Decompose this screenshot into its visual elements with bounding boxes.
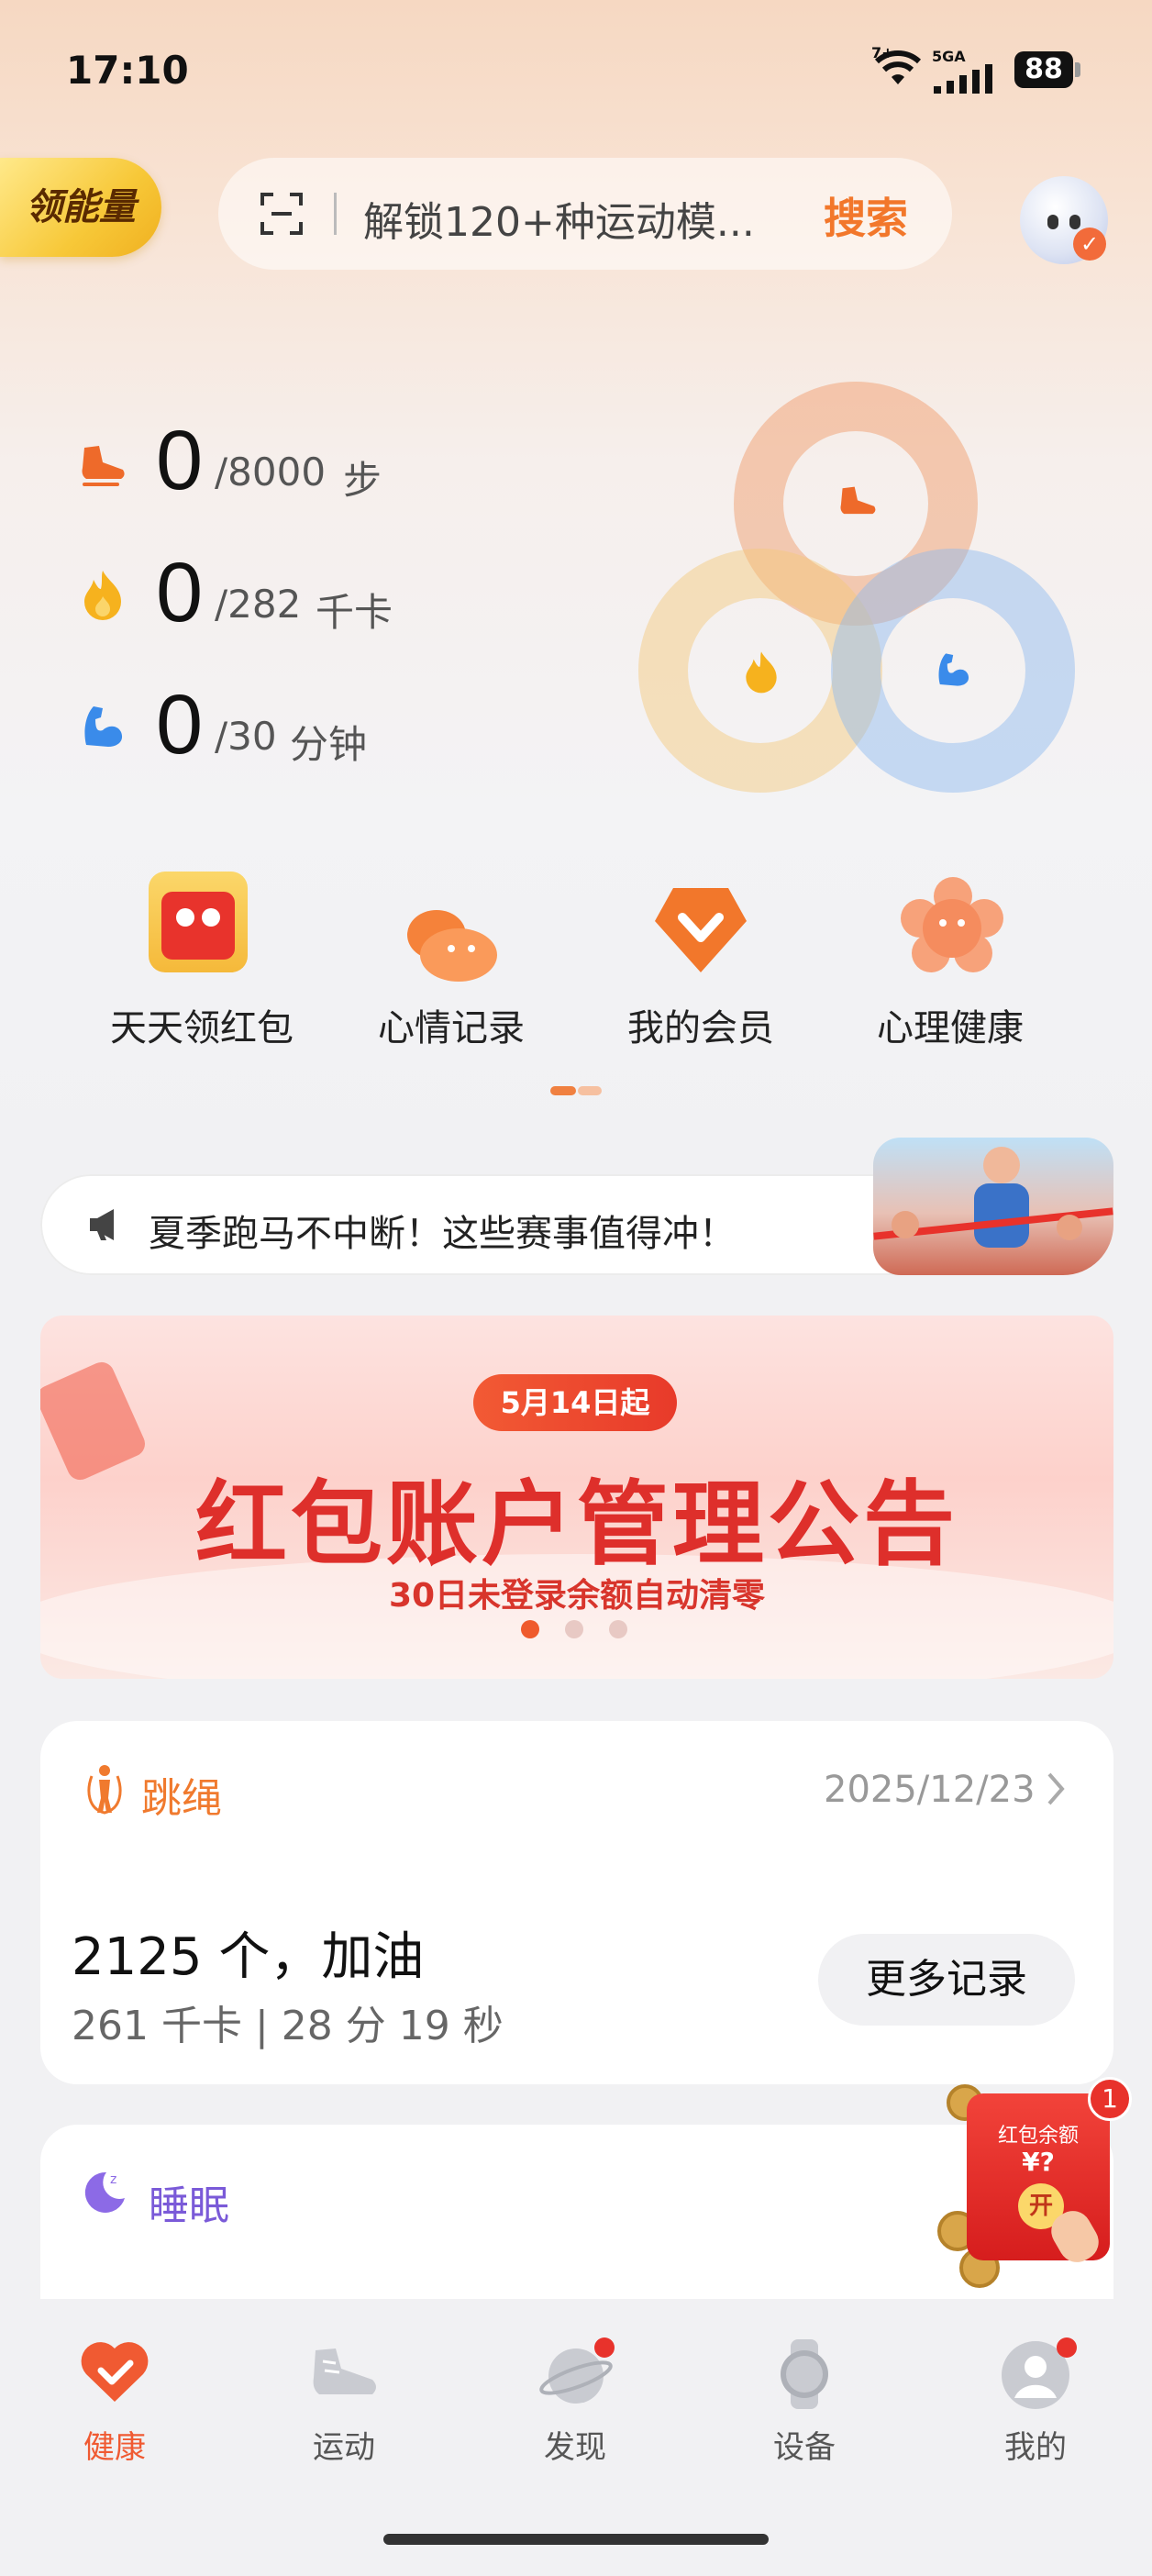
- jump-rope-date[interactable]: 2025/12/23: [824, 1769, 1036, 1811]
- sleep-title: 睡眠: [149, 2182, 229, 2229]
- search-button[interactable]: 搜索: [824, 185, 908, 246]
- quick-action-label: 天天领红包: [110, 1007, 294, 1049]
- discover-notification-dot: [594, 2337, 615, 2358]
- scan-icon[interactable]: [259, 191, 305, 240]
- ring-flame-icon: [746, 651, 777, 694]
- tab-devices[interactable]: 设备: [736, 2337, 873, 2466]
- floating-red-packet[interactable]: 红包余额 ¥? 开 1: [936, 2073, 1137, 2290]
- marathon-illustration: [873, 1138, 1113, 1275]
- tab-profile[interactable]: 我的: [967, 2337, 1104, 2466]
- battery-tip: [1075, 62, 1080, 77]
- assistant-eye-icon: [1069, 215, 1080, 229]
- energy-button[interactable]: 领能量: [0, 158, 161, 257]
- calories-goal: /282: [215, 582, 302, 627]
- steps-value: 0: [156, 414, 204, 507]
- banner-dot-active: [521, 1620, 539, 1638]
- banner-subtitle: 30日未登录余额自动清零: [388, 1577, 766, 1615]
- search-divider: [334, 193, 337, 235]
- chevron-right-icon[interactable]: [1046, 1771, 1066, 1811]
- quick-actions-pager-active: [550, 1086, 576, 1095]
- calories-unit: 千卡: [316, 590, 393, 635]
- flower-icon: [901, 877, 1003, 980]
- calories-row[interactable]: 0 /282 千卡: [77, 545, 536, 646]
- jump-rope-title: 跳绳: [141, 1775, 222, 1822]
- minutes-unit: 分钟: [290, 722, 368, 767]
- signal-icon: [934, 64, 998, 97]
- steps-unit: 步: [343, 458, 382, 503]
- calories-value: 0: [156, 546, 204, 639]
- quick-action-mood[interactable]: 心情记录: [332, 862, 570, 1049]
- tab-label: 运动: [313, 2429, 375, 2466]
- steps-row[interactable]: 0 /8000 步: [77, 413, 536, 514]
- quick-action-label: 心理健康: [877, 1007, 1024, 1049]
- shoe-icon: [82, 446, 125, 486]
- tab-label: 发现: [544, 2429, 606, 2466]
- quick-action-mental-health[interactable]: 心理健康: [831, 862, 1069, 1049]
- red-packet-title: 红包余额: [997, 2125, 1079, 2148]
- ring-muscle-icon: [938, 653, 969, 686]
- network-label: 5GA: [932, 48, 966, 65]
- more-records-button[interactable]: 更多记录: [818, 1934, 1075, 2026]
- moon-icon: z: [79, 2167, 128, 2220]
- vip-icon: [651, 884, 750, 980]
- assistant-eye-icon: [1047, 215, 1058, 229]
- status-time: 17:10: [66, 48, 189, 93]
- muscle-icon: [84, 706, 123, 747]
- sneaker-icon: [313, 2348, 376, 2394]
- activity-rings[interactable]: [633, 378, 1082, 800]
- banner-dot: [609, 1620, 627, 1638]
- red-packet-amount: ¥?: [1022, 2147, 1055, 2177]
- notice-text[interactable]: 夏季跑马不中断！这些赛事值得冲！: [149, 1204, 736, 1257]
- quick-action-label: 我的会员: [627, 1007, 774, 1049]
- network-small-label: 7+: [871, 44, 894, 61]
- banner-dot: [565, 1620, 583, 1638]
- tab-label: 我的: [1004, 2429, 1067, 2466]
- quick-action-vip[interactable]: 我的会员: [582, 862, 820, 1049]
- quick-action-label: 心情记录: [378, 1007, 525, 1049]
- ring-shoe-icon: [840, 486, 876, 515]
- banner-date-pill: 5月14日起: [473, 1374, 677, 1431]
- red-packet-badge: 1: [1088, 2077, 1132, 2121]
- tab-sports[interactable]: 运动: [275, 2337, 413, 2466]
- tab-discover[interactable]: 发现: [506, 2337, 644, 2466]
- tab-label: 健康: [83, 2429, 146, 2466]
- tab-label: 设备: [773, 2429, 836, 2466]
- minutes-row[interactable]: 0 /30 分钟: [77, 677, 536, 778]
- minutes-goal: /30: [215, 714, 277, 759]
- mood-icon: [407, 910, 497, 982]
- svg-text:z: z: [110, 2172, 116, 2187]
- search-input[interactable]: 解锁120+种运动模...: [363, 189, 755, 248]
- heart-badge-icon: ✓: [1073, 228, 1106, 261]
- minutes-value: 0: [156, 678, 204, 772]
- steps-goal: /8000: [215, 450, 327, 494]
- watch-icon: [781, 2339, 828, 2409]
- assistant-avatar[interactable]: ✓: [1020, 176, 1108, 264]
- flame-icon: [84, 571, 121, 620]
- tab-health[interactable]: 健康: [46, 2337, 183, 2466]
- banner-title: 红包账户管理公告: [195, 1471, 958, 1578]
- quick-actions-pager: [578, 1086, 602, 1095]
- jump-rope-icon: [84, 1763, 125, 1818]
- red-packet-icon: [149, 872, 248, 972]
- home-indicator[interactable]: [383, 2534, 769, 2545]
- jump-rope-summary: 261 千卡 | 28 分 19 秒: [72, 2003, 504, 2049]
- battery-indicator: 88: [1014, 51, 1073, 88]
- quick-action-red-packet[interactable]: 天天领红包: [83, 862, 321, 1049]
- megaphone-icon: [86, 1207, 125, 1246]
- jump-rope-count: 2125 个，加油: [72, 1927, 425, 1987]
- heart-icon: [81, 2342, 149, 2402]
- profile-notification-dot: [1057, 2337, 1077, 2358]
